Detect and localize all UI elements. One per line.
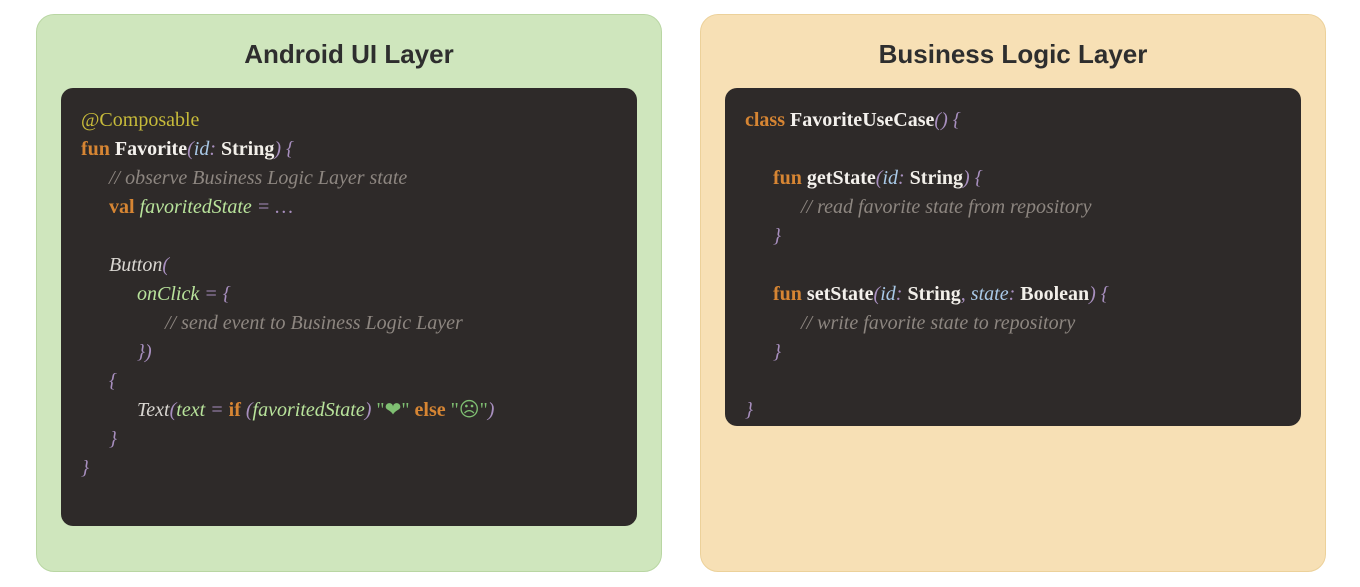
cond-var: favoritedState	[253, 399, 365, 421]
rparen: )	[274, 138, 281, 160]
lbrace: {	[281, 138, 294, 160]
set-colon1: :	[896, 283, 908, 305]
set-type-bool: Boolean	[1020, 283, 1089, 305]
code-block-logic: class FavoriteUseCase() { fun getState(i…	[725, 88, 1301, 426]
set-rparen: )	[1089, 283, 1096, 305]
kw-fun-set: fun	[773, 283, 802, 305]
cls-open: {	[948, 109, 961, 131]
prop-text: text	[176, 399, 205, 421]
call-button: Button	[109, 254, 162, 276]
cls-parens: ()	[934, 109, 947, 131]
kw-class: class	[745, 109, 785, 131]
diagram-stage: Android UI Layer @Composable fun Favorit…	[0, 0, 1360, 587]
content-open: {	[109, 370, 117, 392]
fn-getstate: getState	[807, 167, 876, 189]
get-type-string: String	[910, 167, 963, 189]
assign-lambda: = {	[199, 283, 231, 305]
panel-title-ui: Android UI Layer	[37, 15, 661, 88]
str-heart: "❤"	[376, 399, 409, 421]
get-open: {	[970, 167, 983, 189]
prop-onclick: onClick	[137, 283, 199, 305]
get-colon: :	[898, 167, 910, 189]
content-close: }	[109, 428, 117, 450]
kw-if: if	[229, 399, 241, 421]
lparen: (	[187, 138, 194, 160]
comment-read: // read favorite state from repository	[801, 196, 1092, 218]
set-open: {	[1096, 283, 1109, 305]
call-text: Text	[137, 399, 170, 421]
set-param-state: state	[971, 283, 1009, 305]
panel-logic-layer: Business Logic Layer class FavoriteUseCa…	[700, 14, 1326, 572]
fn-favorite: Favorite	[115, 138, 187, 160]
cond-open: (	[241, 399, 253, 421]
code-block-ui: @Composable fun Favorite(id: String) { /…	[61, 88, 637, 526]
close-lambda: }	[137, 341, 145, 363]
cls-favoriteusecase: FavoriteUseCase	[790, 109, 934, 131]
set-colon2: :	[1009, 283, 1021, 305]
set-type-string: String	[907, 283, 960, 305]
type-string: String	[221, 138, 274, 160]
annotation-composable: @Composable	[81, 109, 199, 131]
kw-fun-get: fun	[773, 167, 802, 189]
set-param-id: id	[880, 283, 896, 305]
comment-observe: // observe Business Logic Layer state	[109, 167, 407, 189]
kw-else: else	[415, 399, 446, 421]
btn-rparen: )	[145, 341, 152, 363]
get-rparen: )	[963, 167, 970, 189]
cond-close: )	[365, 399, 377, 421]
kw-val: val	[109, 196, 135, 218]
fn-close: }	[81, 457, 89, 479]
str-sad: "☹"	[451, 399, 488, 421]
get-close: }	[773, 225, 781, 247]
comment-send: // send event to Business Logic Layer	[165, 312, 463, 334]
code-logic: class FavoriteUseCase() { fun getState(i…	[745, 106, 1281, 425]
set-close: }	[773, 341, 781, 363]
btn-lparen: (	[162, 254, 169, 276]
comment-write: // write favorite state to repository	[801, 312, 1075, 334]
txt-rparen: )	[488, 399, 495, 421]
cls-close: }	[745, 399, 753, 421]
set-comma: ,	[961, 283, 971, 305]
colon: :	[209, 138, 221, 160]
code-ui: @Composable fun Favorite(id: String) { /…	[81, 106, 617, 483]
panel-title-logic: Business Logic Layer	[701, 15, 1325, 88]
fn-setstate: setState	[807, 283, 874, 305]
panel-ui-layer: Android UI Layer @Composable fun Favorit…	[36, 14, 662, 572]
var-favorited: favoritedState	[140, 196, 252, 218]
equals: =	[252, 196, 276, 218]
txt-eq: =	[205, 399, 229, 421]
kw-fun: fun	[81, 138, 110, 160]
param-id: id	[194, 138, 210, 160]
ellipsis: …	[275, 196, 293, 218]
get-param-id: id	[882, 167, 898, 189]
